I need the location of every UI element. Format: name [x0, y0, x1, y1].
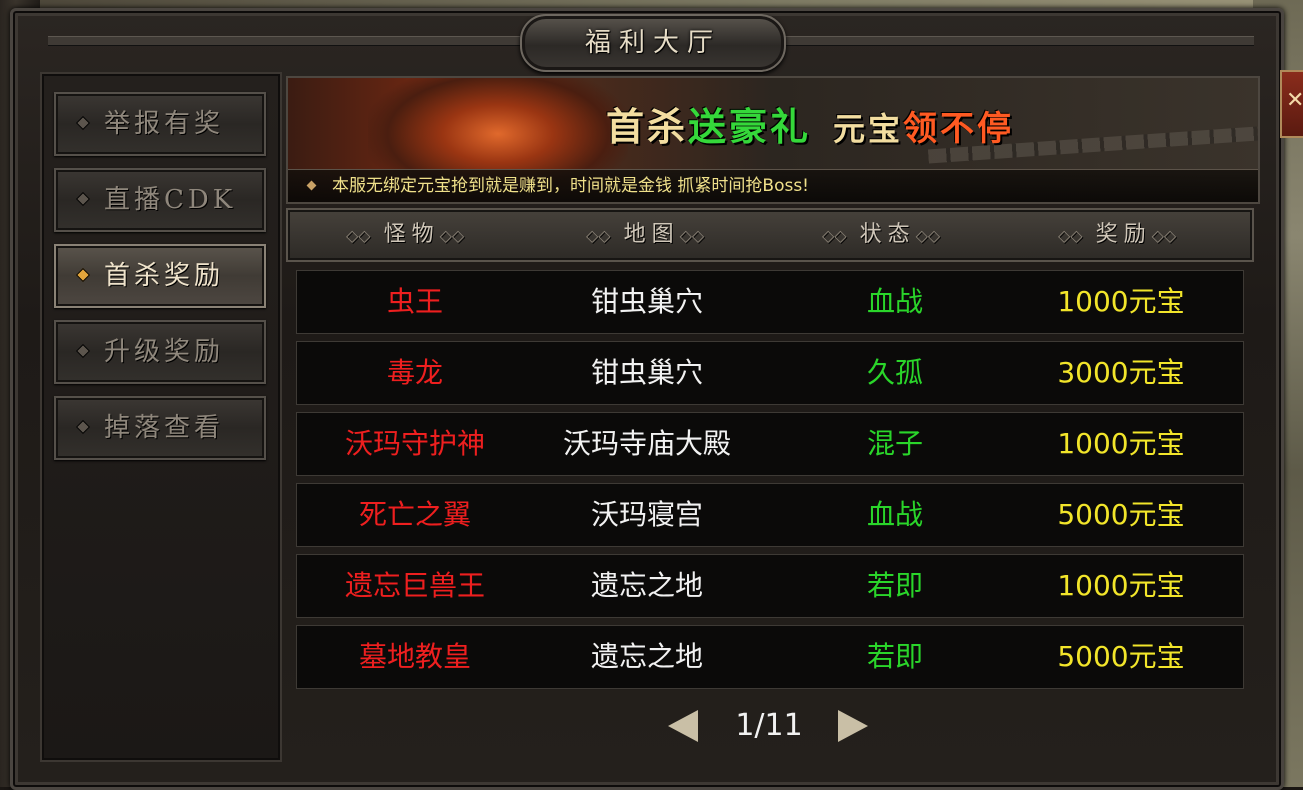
promo-banner: 首杀送豪礼 元宝领不停 本服无绑定元宝抢到就是赚到，时间就是金钱 抓紧时间抢Bos…	[286, 76, 1260, 204]
diamond-icon	[75, 191, 91, 207]
table-row: 遗忘巨兽王 遗忘之地 若即 1000元宝	[296, 554, 1244, 618]
diamond-icon	[306, 180, 317, 191]
ticker-text: 本服无绑定元宝抢到就是赚到，时间就是金钱 抓紧时间抢Boss!	[332, 176, 809, 196]
diamond-icon	[75, 115, 91, 131]
map-cell: 遗忘之地	[590, 569, 703, 602]
window-title-plate: 福利大厅	[520, 14, 786, 72]
status-cell: 久孤	[866, 356, 923, 389]
map-cell: 钳虫巢穴	[590, 285, 703, 318]
monster-cell: 死亡之翼	[358, 498, 471, 531]
column-header-status: ◇◇ 状态◇◇	[822, 222, 941, 247]
status-cell: 血战	[866, 285, 923, 318]
close-icon: ✕	[1286, 88, 1303, 113]
sidebar-item-label: 直播CDK	[104, 185, 237, 215]
status-cell: 混子	[866, 427, 923, 460]
reward-cell: 1000元宝	[1057, 569, 1185, 602]
reward-cell: 3000元宝	[1057, 356, 1185, 389]
column-header-map: ◇◇ 地图◇◇	[586, 222, 705, 247]
sidebar-item-report[interactable]: 举报有奖	[54, 92, 266, 156]
reward-cell: 5000元宝	[1057, 498, 1185, 531]
monster-cell: 沃玛守护神	[344, 427, 485, 460]
table-row: 毒龙 钳虫巢穴 久孤 3000元宝	[296, 341, 1244, 405]
table-row: 沃玛守护神 沃玛寺庙大殿 混子 1000元宝	[296, 412, 1244, 476]
headline-ingot: 元宝	[833, 110, 904, 148]
headline-first-kill: 首杀	[606, 104, 689, 149]
monster-cell: 虫王	[386, 285, 443, 318]
close-button[interactable]: ✕	[1280, 70, 1303, 138]
banner-headline: 首杀送豪礼 元宝领不停	[606, 96, 1014, 151]
sidebar-item-first-kill[interactable]: 首杀奖励	[54, 244, 266, 308]
sidebar-item-label: 掉落查看	[104, 413, 225, 443]
diamond-icon	[75, 267, 91, 283]
table-row: 死亡之翼 沃玛寝宫 血战 5000元宝	[296, 483, 1244, 547]
sidebar-item-live-cdk[interactable]: 直播CDK	[54, 168, 266, 232]
headline-nonstop: 领不停	[903, 109, 1015, 149]
monster-cell: 墓地教皇	[358, 640, 471, 673]
ticker-bar: 本服无绑定元宝抢到就是赚到，时间就是金钱 抓紧时间抢Boss!	[288, 169, 1258, 202]
sidebar-item-label: 举报有奖	[104, 109, 225, 139]
sidebar-item-drops[interactable]: 掉落查看	[54, 396, 266, 460]
status-cell: 若即	[866, 569, 923, 602]
headline-gift: 送豪礼	[688, 104, 812, 149]
table-row: 虫王 钳虫巢穴 血战 1000元宝	[296, 270, 1244, 334]
table-header: ◇◇ 怪物◇◇ ◇◇ 地图◇◇ ◇◇ 状态◇◇ ◇◇ 奖励◇◇	[286, 208, 1254, 262]
diamond-icon	[75, 419, 91, 435]
reward-cell: 1000元宝	[1057, 285, 1185, 318]
sidebar-item-level-up[interactable]: 升级奖励	[54, 320, 266, 384]
sidebar-item-label: 首杀奖励	[104, 261, 225, 291]
window-title: 福利大厅	[584, 28, 721, 58]
title-divider-right	[782, 36, 1254, 46]
column-header-reward: ◇◇ 奖励◇◇	[1058, 222, 1177, 247]
title-divider-left	[48, 36, 520, 46]
status-cell: 若即	[866, 640, 923, 673]
sidebar: 举报有奖 直播CDK 首杀奖励 升级奖励 掉落查看	[40, 72, 282, 762]
diamond-icon	[75, 343, 91, 359]
table-row: 墓地教皇 遗忘之地 若即 5000元宝	[296, 625, 1244, 689]
monster-cell: 遗忘巨兽王	[344, 569, 485, 602]
sidebar-item-label: 升级奖励	[104, 337, 225, 367]
monster-cell: 毒龙	[386, 356, 443, 389]
map-cell: 遗忘之地	[590, 640, 703, 673]
map-cell: 钳虫巢穴	[590, 356, 703, 389]
reward-cell: 1000元宝	[1057, 427, 1185, 460]
reward-cell: 5000元宝	[1057, 640, 1185, 673]
chevron-left-icon[interactable]	[668, 710, 698, 742]
map-cell: 沃玛寺庙大殿	[562, 427, 731, 460]
pagination: 1/11	[664, 700, 874, 750]
chevron-right-icon[interactable]	[838, 710, 868, 742]
status-cell: 血战	[866, 498, 923, 531]
page-indicator: 1/11	[735, 708, 803, 743]
map-cell: 沃玛寝宫	[590, 498, 703, 531]
column-header-monster: ◇◇ 怪物◇◇	[346, 222, 465, 247]
